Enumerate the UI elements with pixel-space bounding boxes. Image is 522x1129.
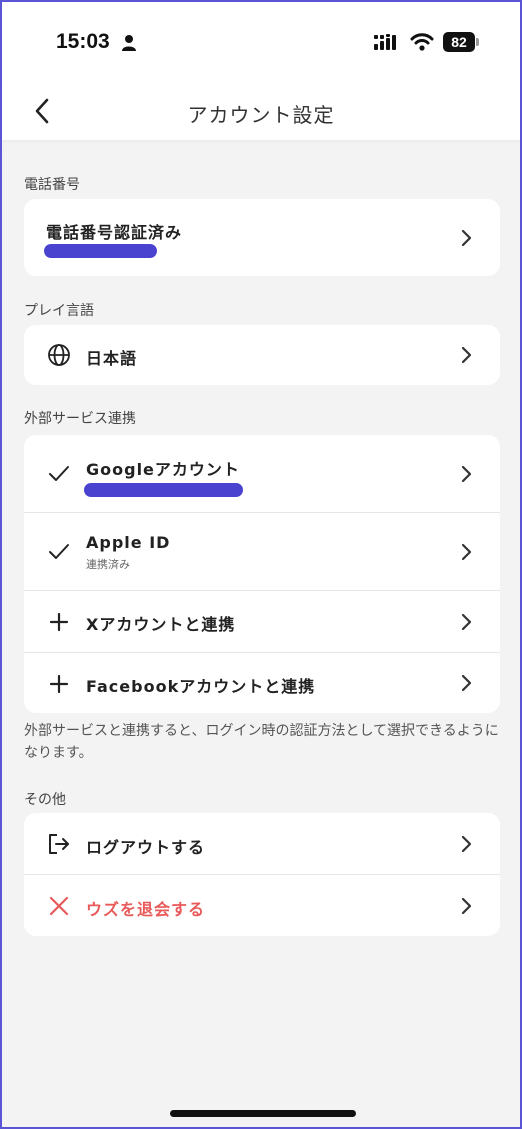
- chevron-right-icon: [461, 613, 472, 631]
- battery-cap: [476, 38, 479, 46]
- phone-verified-row[interactable]: 電話番号認証済み: [24, 199, 500, 276]
- chevron-right-icon: [461, 346, 472, 364]
- phone-card: 電話番号認証済み: [24, 199, 500, 276]
- battery-indicator: 82: [443, 32, 475, 52]
- plus-icon: [46, 671, 72, 697]
- withdraw-row[interactable]: ウズを退会する: [24, 875, 500, 936]
- navigation-bar: アカウント設定: [2, 82, 520, 140]
- redacted-phone-number: [44, 244, 157, 258]
- chevron-right-icon: [461, 674, 472, 692]
- cellular-signal-icon: [374, 34, 396, 50]
- home-indicator[interactable]: [170, 1110, 356, 1117]
- check-icon: [46, 461, 72, 487]
- app-frame: 15:03 82 アカウント設定 電話番号 電話番号認証済み プレイ言語 日本語…: [0, 0, 522, 1129]
- x-account-row[interactable]: Xアカウントと連携: [24, 591, 500, 653]
- globe-icon: [46, 342, 72, 368]
- logout-icon: [46, 831, 72, 857]
- language-row[interactable]: 日本語: [24, 325, 500, 385]
- chevron-right-icon: [461, 835, 472, 853]
- chevron-right-icon: [461, 897, 472, 915]
- section-label-phone: 電話番号: [24, 177, 80, 193]
- page-title: アカウント設定: [187, 103, 335, 127]
- withdraw-label: ウズを退会する: [86, 900, 206, 919]
- services-card: Googleアカウント Apple ID 連携済み Xアカウントと連携 Face…: [24, 435, 500, 713]
- apple-id-status: 連携済み: [86, 558, 130, 571]
- section-label-services: 外部サービス連携: [24, 411, 136, 427]
- check-icon: [46, 539, 72, 565]
- chevron-right-icon: [461, 465, 472, 483]
- facebook-account-row[interactable]: Facebookアカウントと連携: [24, 653, 500, 713]
- language-value: 日本語: [86, 349, 138, 368]
- status-bar: 15:03 82: [2, 2, 520, 82]
- logout-label: ログアウトする: [86, 838, 206, 857]
- apple-id-row[interactable]: Apple ID 連携済み: [24, 513, 500, 591]
- section-label-language: プレイ言語: [24, 303, 94, 319]
- status-time: 15:03: [56, 30, 110, 53]
- x-account-label: Xアカウントと連携: [86, 615, 236, 634]
- apple-id-label: Apple ID: [86, 533, 171, 552]
- person-icon: [122, 35, 136, 51]
- redacted-google-email: [84, 483, 243, 497]
- close-icon: [46, 893, 72, 919]
- plus-icon: [46, 609, 72, 635]
- google-account-row[interactable]: Googleアカウント: [24, 435, 500, 513]
- chevron-right-icon: [461, 229, 472, 247]
- section-label-other: その他: [24, 792, 66, 808]
- chevron-right-icon: [461, 543, 472, 561]
- services-note: 外部サービスと連携すると、ログイン時の認証方法として選択できるようになります。: [24, 723, 499, 761]
- wifi-icon: [410, 33, 434, 51]
- facebook-account-label: Facebookアカウントと連携: [86, 677, 316, 696]
- phone-verified-label: 電話番号認証済み: [46, 223, 183, 242]
- google-account-label: Googleアカウント: [86, 460, 240, 479]
- other-card: ログアウトする ウズを退会する: [24, 813, 500, 936]
- logout-row[interactable]: ログアウトする: [24, 813, 500, 875]
- language-card: 日本語: [24, 325, 500, 385]
